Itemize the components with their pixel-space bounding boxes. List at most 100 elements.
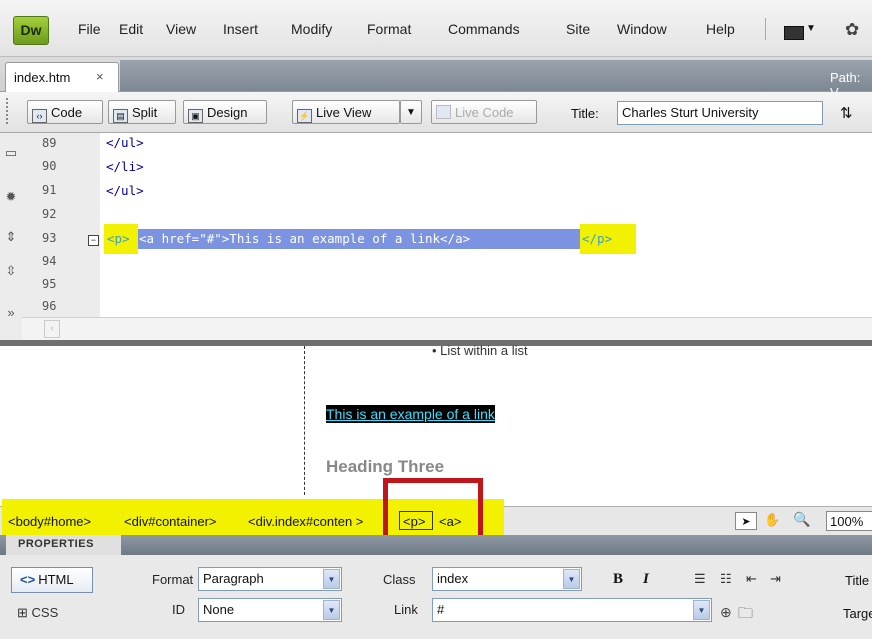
tag-div-container[interactable]: <div#container> — [124, 514, 217, 529]
html-mode-label: HTML — [38, 572, 74, 587]
link-field-value: # — [437, 602, 445, 617]
design-heading: Heading Three — [326, 457, 445, 476]
css-mode-button[interactable]: ⊞ CSS — [17, 605, 58, 621]
code-line: </ul> — [106, 183, 144, 198]
target-label: Target — [843, 606, 872, 621]
point-to-file-icon[interactable]: ⊕ — [720, 604, 732, 621]
toolbar-grip[interactable] — [6, 98, 14, 124]
code-p-close-tag: </p> — [582, 231, 613, 246]
css-icon: ⊞ — [17, 605, 32, 620]
menu-modify[interactable]: Modify — [291, 21, 332, 37]
format-label: Format — [152, 572, 194, 587]
link-label: Link — [394, 602, 418, 617]
ordered-list-icon[interactable]: ☷ — [720, 571, 732, 587]
line-number: 95 — [42, 277, 57, 291]
id-select-value: None — [203, 602, 235, 617]
select-tool-icon[interactable]: ➤ — [735, 512, 757, 530]
path-strip — [120, 60, 872, 91]
menu-edit[interactable]: Edit — [119, 21, 143, 37]
line-number: 93 — [42, 231, 57, 245]
split-icon: ▤ — [113, 109, 128, 123]
format-select-value: Paragraph — [203, 571, 264, 586]
title-field[interactable]: Charles Sturt University — [617, 101, 823, 125]
menu-insert[interactable]: Insert — [223, 21, 258, 37]
split-view-button[interactable]: ▤ Split — [108, 100, 176, 124]
code-line: </li> — [106, 159, 144, 174]
id-select[interactable]: None — [198, 598, 342, 622]
folder-icon[interactable]: 🗀 — [738, 603, 753, 628]
gear-icon[interactable]: ✿ — [845, 20, 859, 40]
title-prop-label: Title — [845, 573, 870, 588]
chevron-down-icon[interactable]: ▼ — [806, 23, 816, 34]
line-number: 89 — [42, 136, 57, 150]
design-list-item: • List within a list — [432, 343, 528, 358]
link-field[interactable]: # — [432, 598, 712, 622]
file-transfer-icon[interactable]: ⇅ — [840, 104, 853, 122]
line-number: 96 — [42, 299, 57, 313]
menu-commands[interactable]: Commands — [448, 21, 520, 37]
horizontal-scrollbar[interactable] — [22, 317, 872, 340]
chevron-down-icon[interactable]: ▼ — [323, 569, 340, 589]
code-view-label: Code — [51, 105, 83, 120]
code-gutter — [22, 133, 100, 317]
code-anchor-selected: <a href="#">This is an example of a link… — [139, 231, 471, 246]
document-tab-label: index.htm — [14, 70, 71, 85]
open-documents-icon[interactable]: ▭ — [3, 145, 19, 161]
collapse-selection-icon[interactable]: ⇳ — [3, 263, 19, 279]
code-view[interactable] — [100, 133, 872, 317]
menu-help[interactable]: Help — [706, 21, 735, 37]
html-mode-button[interactable]: <> HTML — [11, 567, 93, 593]
text-outdent-icon[interactable]: ⇤ — [746, 571, 757, 587]
live-view-label: Live View — [316, 105, 372, 120]
format-select[interactable]: Paragraph — [198, 567, 342, 591]
code-brackets-icon: <> — [20, 572, 36, 587]
lightning-icon: ⚡ — [297, 109, 312, 123]
design-view-label: Design — [207, 105, 248, 120]
live-code-button[interactable]: Live Code — [431, 100, 537, 124]
line-number: 94 — [42, 254, 57, 268]
zoom-tool-icon[interactable]: 🔍 — [793, 511, 810, 528]
tag-body[interactable]: <body#home> — [8, 514, 91, 529]
hand-tool-icon[interactable]: ✋ — [764, 512, 780, 528]
code-line: </ul> — [106, 135, 144, 150]
class-select-value: index — [437, 571, 469, 586]
design-view-button[interactable]: ▣ Design — [183, 100, 267, 124]
expand-more-icon[interactable]: » — [3, 305, 19, 320]
tag-div-content[interactable]: <div.index#conten > — [248, 514, 363, 529]
unordered-list-icon[interactable]: ☰ — [694, 571, 706, 587]
layout-icon[interactable] — [784, 26, 804, 40]
bold-button[interactable]: B — [613, 571, 623, 588]
menu-file[interactable]: File — [78, 21, 101, 37]
design-link[interactable]: This is an example of a link — [326, 405, 495, 423]
split-view-label: Split — [132, 105, 158, 120]
dreamweaver-logo: Dw — [13, 16, 49, 45]
live-code-label: Live Code — [455, 105, 514, 120]
menu-format[interactable]: Format — [367, 21, 411, 37]
code-icon: ‹› — [32, 109, 47, 123]
class-select[interactable]: index — [432, 567, 582, 591]
title-label: Title: — [571, 106, 599, 121]
show-code-navigator-icon[interactable]: ✹ — [3, 189, 19, 205]
class-label: Class — [383, 572, 416, 587]
text-indent-icon[interactable]: ⇥ — [770, 571, 781, 587]
code-view-button[interactable]: ‹› Code — [27, 100, 103, 124]
chevron-down-icon[interactable]: ▼ — [563, 569, 580, 589]
live-code-icon — [436, 105, 451, 119]
collapse-toggle-icon[interactable]: − — [88, 235, 99, 246]
menu-site[interactable]: Site — [566, 21, 590, 37]
live-view-button[interactable]: ⚡ Live View — [292, 100, 400, 124]
chevron-down-icon[interactable]: ▼ — [693, 600, 710, 620]
scroll-left-icon[interactable]: ‹ — [44, 320, 60, 338]
italic-button[interactable]: I — [643, 571, 649, 588]
close-icon[interactable]: × — [96, 69, 104, 84]
chevron-down-icon[interactable]: ▼ — [323, 600, 340, 620]
collapse-tag-icon[interactable]: ⇕ — [3, 229, 19, 245]
properties-tab-label: PROPERTIES — [18, 538, 94, 550]
design-icon: ▣ — [188, 109, 203, 123]
live-view-dropdown[interactable]: ▼ — [400, 100, 422, 124]
menu-view[interactable]: View — [166, 21, 196, 37]
zoom-field[interactable]: 100% — [826, 511, 872, 531]
layout-guide — [304, 346, 305, 495]
chevron-down-icon: ▼ — [406, 107, 416, 118]
menu-window[interactable]: Window — [617, 21, 667, 37]
